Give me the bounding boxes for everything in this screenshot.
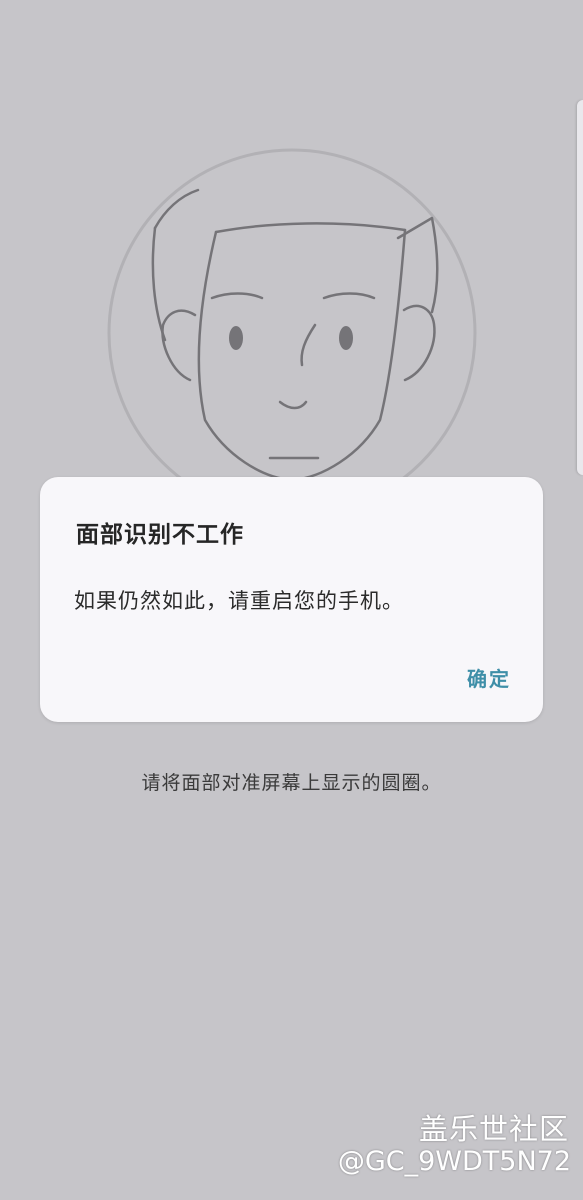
watermark-user: @GC_9WDT5N72 — [337, 1146, 571, 1177]
watermark-site: 盖乐世社区 — [418, 1112, 569, 1146]
dialog-message: 如果仍然如此，请重启您的手机。 — [74, 589, 404, 613]
dialog-title: 面部识别不工作 — [76, 521, 244, 548]
alignment-hint: 请将面部对准屏幕上显示的圆圈。 — [141, 772, 442, 794]
edge-panel-handle[interactable] — [577, 100, 583, 475]
error-dialog: 面部识别不工作 如果仍然如此，请重启您的手机。 确定 — [40, 477, 543, 722]
confirm-button[interactable]: 确定 — [467, 663, 511, 692]
